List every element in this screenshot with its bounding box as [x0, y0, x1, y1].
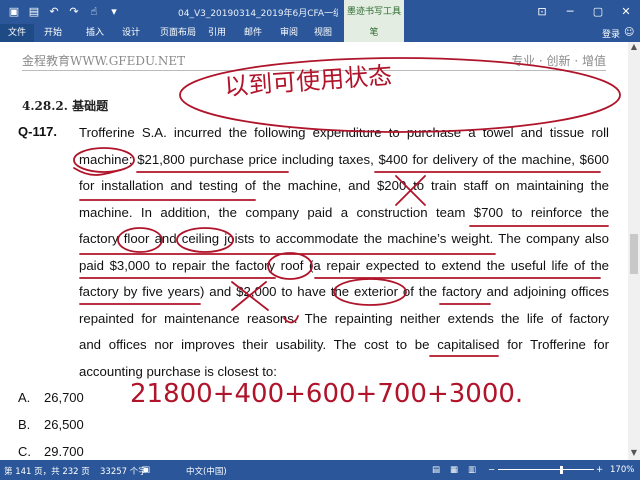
- option-value: 26,700: [44, 390, 84, 405]
- zoom-out-icon[interactable]: −: [488, 465, 495, 475]
- option-c: C. 29,700: [18, 444, 84, 456]
- language-indicator[interactable]: 中文(中国): [186, 465, 227, 477]
- zoom-in-icon[interactable]: +: [596, 465, 603, 475]
- scroll-up-icon[interactable]: ▲: [628, 42, 640, 54]
- tab-mailings[interactable]: 邮件: [238, 24, 268, 42]
- tab-insert[interactable]: 插入: [80, 24, 110, 42]
- word-app-icon[interactable]: ▣: [4, 4, 24, 20]
- login-link[interactable]: 登录: [602, 27, 620, 40]
- redo-icon[interactable]: ↷: [64, 4, 84, 20]
- tab-view[interactable]: 视图: [308, 24, 338, 42]
- option-a: A. 26,700: [18, 390, 84, 405]
- touch-mode-icon[interactable]: ☝: [84, 4, 104, 20]
- status-bar: 第 141 页，共 232 页 33257 个字 ▣ 中文(中国) ▤ ▦ ▥ …: [0, 460, 640, 480]
- question-text: Trofferine S.A. incurred the following e…: [79, 120, 609, 385]
- minimize-button[interactable]: ─: [556, 0, 584, 24]
- web-layout-icon[interactable]: ▥: [468, 465, 476, 475]
- section-title: 4.28.2. 基础题: [22, 99, 109, 113]
- zoom-level[interactable]: 170%: [610, 465, 634, 475]
- header-divider: [22, 70, 606, 71]
- question-line: repainted for maintenance reasons. The r…: [79, 310, 609, 326]
- quick-access-toolbar: ▣ ▤ ↶ ↷ ☝ ▾: [4, 4, 124, 20]
- tab-pen[interactable]: 笔: [344, 24, 404, 42]
- vertical-scrollbar[interactable]: [628, 54, 640, 448]
- title-bar: ▣ ▤ ↶ ↷ ☝ ▾ 04_V3_20190314_2019年6月CFA一级百…: [0, 0, 640, 24]
- maximize-button[interactable]: ▢: [584, 0, 612, 24]
- tab-home[interactable]: 开始: [38, 24, 68, 42]
- tab-references[interactable]: 引用: [204, 24, 230, 42]
- question-line: machine. In addition, the company paid a…: [79, 204, 609, 220]
- ribbon-options-icon[interactable]: ⊡: [528, 0, 556, 24]
- question-line: factory floor and ceiling joists to acco…: [79, 231, 609, 246]
- page-indicator[interactable]: 第 141 页，共 232 页: [4, 465, 90, 477]
- tab-review[interactable]: 审阅: [274, 24, 304, 42]
- question-number: Q-117.: [18, 124, 58, 139]
- zoom-slider[interactable]: [498, 469, 594, 470]
- read-mode-icon[interactable]: ▤: [432, 465, 440, 475]
- proofing-icon[interactable]: ▣: [142, 465, 150, 475]
- question-line: factory by five years) and $2,000 to hav…: [79, 284, 609, 299]
- zoom-slider-thumb[interactable]: [560, 466, 563, 474]
- question-line: Trofferine S.A. incurred the following e…: [79, 125, 609, 140]
- option-letter: B.: [18, 417, 31, 432]
- scroll-down-icon[interactable]: ▼: [628, 448, 640, 460]
- page-header-right: 专业 · 创新 · 增值: [511, 54, 606, 68]
- undo-icon[interactable]: ↶: [44, 4, 64, 20]
- option-value: 29,700: [44, 444, 84, 456]
- option-b: B. 26,500: [18, 417, 84, 432]
- context-tool-label: 墨迹书写工具: [344, 0, 404, 24]
- ribbon-tab-bar: 文件 开始 插入 设计 页面布局 引用 邮件 审阅 视图 笔 登录 ☺: [0, 24, 640, 42]
- print-layout-icon[interactable]: ▦: [450, 465, 458, 475]
- window-title: 04_V3_20190314_2019年6月CFA一级百题预...: [178, 9, 338, 19]
- question-line: accounting purchase is closest to:: [79, 363, 277, 379]
- scroll-thumb[interactable]: [630, 234, 638, 274]
- option-letter: C.: [18, 444, 31, 456]
- close-button[interactable]: ✕: [612, 0, 640, 24]
- question-line: paid $3,000 to repair the factory roof (…: [79, 257, 609, 273]
- tab-design[interactable]: 设计: [116, 24, 146, 42]
- option-value: 26,500: [44, 417, 84, 432]
- customize-icon[interactable]: ▾: [104, 4, 124, 20]
- page-header-left: 金程教育WWW.GFEDU.NET: [22, 54, 186, 68]
- save-icon[interactable]: ▤: [24, 4, 44, 20]
- question-line: and offices nor improves their usability…: [79, 337, 609, 352]
- question-line: machine: $21,800 purchase price includin…: [79, 151, 609, 167]
- tab-file[interactable]: 文件: [0, 24, 34, 42]
- word-count[interactable]: 33257 个字: [100, 465, 147, 477]
- option-letter: A.: [18, 390, 31, 405]
- question-line: for installation and testing of the mach…: [79, 178, 609, 193]
- account-icon[interactable]: ☺: [624, 27, 636, 39]
- tab-layout[interactable]: 页面布局: [156, 24, 200, 42]
